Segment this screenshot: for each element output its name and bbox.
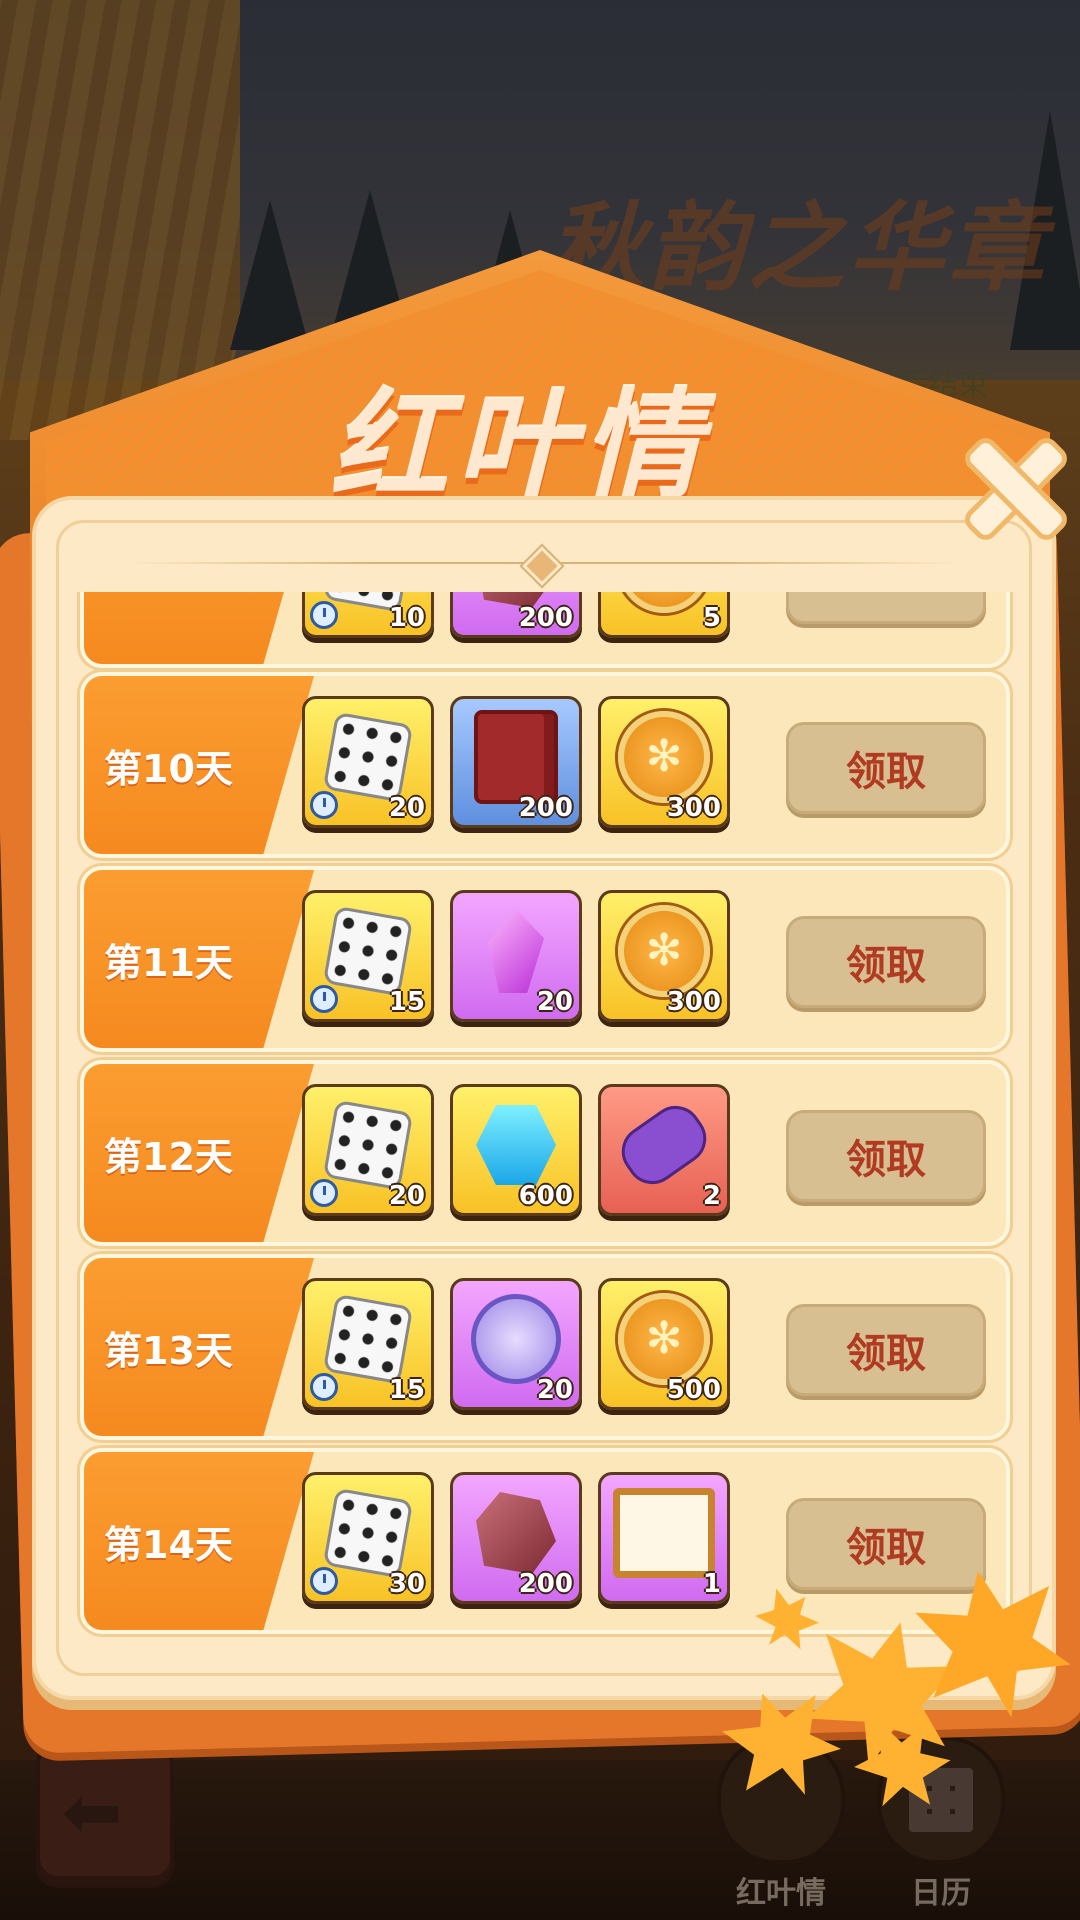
reward-count: 500: [666, 1375, 721, 1405]
clock-icon: [310, 1567, 338, 1595]
reward-item[interactable]: 20: [302, 696, 434, 828]
dice-icon: [322, 711, 414, 803]
reward-count: 5: [702, 603, 721, 633]
reward-item[interactable]: 5: [598, 592, 730, 638]
reward-row-day11: 第11天 15 20 ✻ 300 领取: [80, 866, 1010, 1052]
day-label: 第12天: [104, 1134, 233, 1179]
reward-row-day13: 第13天 15 20 ✻ 500 领取: [80, 1254, 1010, 1440]
ore-icon: [476, 1491, 556, 1574]
gem-icon: [476, 1104, 556, 1185]
reward-item[interactable]: 200: [450, 592, 582, 638]
reward-row: 10 200 5: [80, 592, 1010, 668]
reward-item[interactable]: 15: [302, 890, 434, 1022]
reward-row-day10: 第10天 20 200 ✻ 300 领取: [80, 672, 1010, 858]
maple-leaf-icon: [744, 1578, 829, 1663]
day-label: [104, 592, 274, 664]
reward-count: 200: [518, 603, 573, 633]
reward-item[interactable]: ✻ 500: [598, 1278, 730, 1410]
reward-count: 300: [666, 987, 721, 1017]
reward-item[interactable]: 20: [450, 1278, 582, 1410]
maple-leaves-decoration: [716, 1580, 1080, 1820]
clock-icon: [310, 601, 338, 629]
reward-count: 200: [518, 1569, 573, 1599]
reward-item[interactable]: 20: [302, 1084, 434, 1216]
reward-item[interactable]: 200: [450, 1472, 582, 1604]
dice-icon: [322, 1293, 414, 1385]
reward-panel: 10 200 5 第10天 20 200 ✻ 300 领取 第11天 15 20…: [32, 496, 1056, 1700]
maple-coin-icon: ✻: [618, 710, 710, 803]
dice-icon: [322, 905, 414, 997]
reward-item[interactable]: 15: [302, 1278, 434, 1410]
clock-icon: [310, 1179, 338, 1207]
reward-count: 15: [388, 1375, 425, 1405]
reward-item[interactable]: 10: [302, 592, 434, 638]
reward-item[interactable]: 2: [598, 1084, 730, 1216]
reward-row-day12: 第12天 20 600 2 领取: [80, 1060, 1010, 1246]
coin-icon: [618, 592, 710, 613]
reward-count: 20: [536, 987, 573, 1017]
reward-count: 30: [388, 1569, 425, 1599]
day-label: 第13天: [104, 1328, 233, 1373]
maple-leaf-icon: [711, 1675, 852, 1816]
reward-count: 2: [702, 1181, 721, 1211]
claim-button[interactable]: 领取: [786, 1110, 986, 1202]
day-label: 第14天: [104, 1522, 233, 1567]
reward-count: 20: [536, 1375, 573, 1405]
claim-button[interactable]: [786, 592, 986, 624]
reward-item[interactable]: 600: [450, 1084, 582, 1216]
scroll-icon: [611, 1095, 717, 1195]
reward-count: 300: [666, 793, 721, 823]
day-label: 第10天: [104, 746, 233, 791]
reward-item[interactable]: 200: [450, 696, 582, 828]
claim-button[interactable]: 领取: [786, 1304, 986, 1396]
clock-icon: [310, 985, 338, 1013]
dice-icon: [322, 1487, 414, 1579]
claim-button[interactable]: 领取: [786, 1498, 986, 1590]
maple-coin-icon: ✻: [618, 904, 710, 997]
claim-button[interactable]: 领取: [786, 916, 986, 1008]
reward-count: 20: [388, 793, 425, 823]
reward-count: 10: [388, 603, 425, 633]
maple-coin-icon: ✻: [618, 1292, 710, 1385]
reward-count: 15: [388, 987, 425, 1017]
dice-icon: [322, 1099, 414, 1191]
day-label: 第11天: [104, 940, 233, 985]
crystal-icon: [488, 908, 544, 993]
reward-item[interactable]: ✻ 300: [598, 890, 730, 1022]
clock-icon: [310, 791, 338, 819]
reward-item[interactable]: 20: [450, 890, 582, 1022]
token-icon: [471, 1293, 561, 1384]
frame-icon: [613, 1487, 715, 1578]
clock-icon: [310, 1373, 338, 1401]
reward-count: 20: [388, 1181, 425, 1211]
reward-item[interactable]: 30: [302, 1472, 434, 1604]
book-icon: [474, 709, 558, 804]
reward-count: 200: [518, 793, 573, 823]
claim-button[interactable]: 领取: [786, 722, 986, 814]
maple-leaf-icon: [904, 1558, 1078, 1732]
reward-item[interactable]: ✻ 300: [598, 696, 730, 828]
close-button[interactable]: [958, 433, 1072, 545]
reward-item[interactable]: 1: [598, 1472, 730, 1604]
reward-count: 600: [518, 1181, 573, 1211]
reward-list[interactable]: 10 200 5 第10天 20 200 ✻ 300 领取 第11天 15 20…: [36, 592, 1052, 1648]
